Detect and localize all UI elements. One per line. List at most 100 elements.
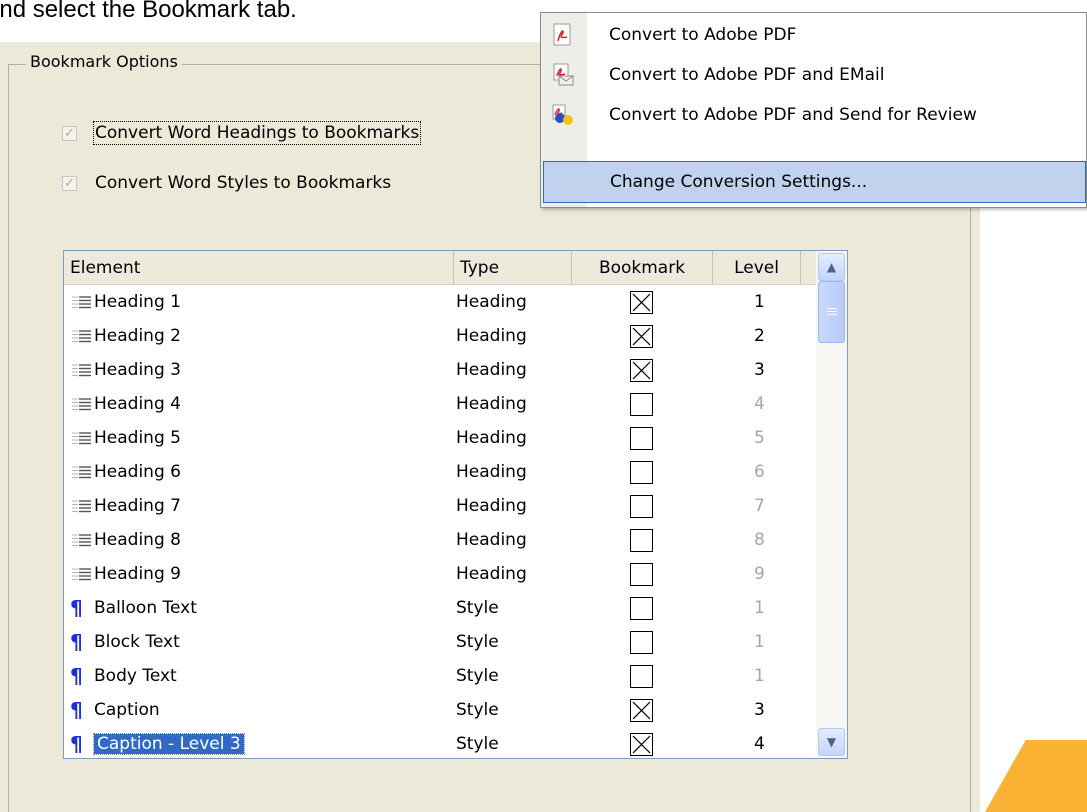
bookmark-unchecked-box[interactable]	[630, 528, 653, 552]
group-label: Bookmark Options	[26, 52, 182, 71]
bookmark-cell	[630, 319, 653, 353]
bookmark-unchecked-box[interactable]	[630, 426, 653, 450]
bookmark-cell	[630, 455, 653, 489]
bookmark-cell	[630, 693, 653, 727]
bookmark-cell	[630, 727, 653, 758]
element-cell: ¶ Caption - Level 3	[70, 727, 245, 758]
table-row[interactable]: Heading 3 Heading 3	[64, 353, 816, 387]
heading-style-icon	[70, 362, 94, 378]
convert-headings-checkbox[interactable]: ✓ Convert Word Headings to Bookmarks	[62, 121, 422, 145]
table-row[interactable]: Heading 6 Heading 6	[64, 455, 816, 489]
table-row[interactable]: Heading 8 Heading 8	[64, 523, 816, 557]
level-cell: 1	[754, 666, 765, 686]
bookmark-unchecked-box[interactable]	[630, 460, 653, 484]
level-cell: 7	[754, 496, 765, 516]
element-name: Heading 6	[94, 462, 181, 482]
table-row[interactable]: ¶ Block Text Style 1	[64, 625, 816, 659]
bookmark-checked-box[interactable]	[630, 358, 653, 382]
context-menu: Convert to Adobe PDF Convert to Adobe PD…	[540, 12, 1087, 208]
heading-style-icon	[70, 294, 94, 310]
level-cell: 9	[754, 564, 765, 584]
heading-style-icon	[70, 396, 94, 412]
heading-style-icon	[70, 498, 94, 514]
bookmark-cell	[630, 387, 653, 421]
column-header-bookmark[interactable]: Bookmark	[572, 251, 713, 285]
bookmark-checked-box[interactable]	[630, 698, 653, 722]
table-row[interactable]: ¶ Caption Style 3	[64, 693, 816, 727]
column-header-element[interactable]: Element	[64, 251, 454, 285]
table-row[interactable]: ¶ Body Text Style 1	[64, 659, 816, 693]
bookmark-cell	[630, 625, 653, 659]
pdf-icon	[553, 23, 571, 46]
chevron-up-icon: ▲	[826, 260, 837, 274]
pdf-review-icon	[552, 104, 573, 125]
menu-item-change-settings[interactable]: Change Conversion Settings...	[543, 161, 1086, 203]
element-name: Heading 8	[94, 530, 181, 550]
level-cell: 4	[754, 734, 765, 754]
bookmark-unchecked-box[interactable]	[630, 494, 653, 518]
menu-item-convert-pdf-email[interactable]: Convert to Adobe PDF and EMail	[541, 55, 1086, 95]
table-row[interactable]: Heading 5 Heading 5	[64, 421, 816, 455]
heading-style-icon	[70, 328, 94, 344]
table-row[interactable]: ¶ Caption - Level 3 Style 4	[64, 727, 816, 758]
bookmark-unchecked-box[interactable]	[630, 392, 653, 416]
type-cell: Heading	[456, 462, 527, 482]
checkbox-label: Convert Word Styles to Bookmarks	[95, 173, 392, 193]
level-cell: 3	[754, 360, 765, 380]
level-cell: 6	[754, 462, 765, 482]
bookmark-checked-box[interactable]	[630, 324, 653, 348]
bookmark-unchecked-box[interactable]	[630, 596, 653, 620]
level-cell: 2	[754, 326, 765, 346]
heading-style-icon	[70, 464, 94, 480]
table-row[interactable]: Heading 1 Heading 1	[64, 285, 816, 319]
menu-item-convert-pdf-review[interactable]: Convert to Adobe PDF and Send for Review	[541, 95, 1086, 135]
table-row[interactable]: Heading 4 Heading 4	[64, 387, 816, 421]
level-cell: 1	[754, 292, 765, 312]
type-cell: Style	[456, 666, 499, 686]
bookmark-unchecked-box[interactable]	[630, 630, 653, 654]
element-name: Heading 2	[94, 326, 181, 346]
scroll-down-button[interactable]: ▼	[818, 728, 845, 756]
heading-style-icon	[70, 532, 94, 548]
table-row[interactable]: Heading 2 Heading 2	[64, 319, 816, 353]
convert-styles-checkbox[interactable]: ✓ Convert Word Styles to Bookmarks	[62, 171, 391, 195]
column-header-type[interactable]: Type	[454, 251, 572, 285]
paragraph-mark-icon: ¶	[70, 630, 83, 654]
menu-item-label: Convert to Adobe PDF and EMail	[609, 65, 885, 85]
element-cell: Heading 2	[70, 319, 181, 353]
instruction-text: and select the Bookmark tab.	[0, 0, 297, 23]
bookmark-cell	[630, 489, 653, 523]
table-row[interactable]: Heading 9 Heading 9	[64, 557, 816, 591]
type-cell: Heading	[456, 428, 527, 448]
element-name: Heading 7	[94, 496, 181, 516]
table-row[interactable]: ¶ Balloon Text Style 1	[64, 591, 816, 625]
type-cell: Heading	[456, 360, 527, 380]
column-header-level[interactable]: Level	[713, 251, 801, 285]
scrollbar-thumb[interactable]	[818, 281, 845, 343]
bookmark-checked-box[interactable]	[630, 290, 653, 314]
elements-list-view[interactable]: Element Type Bookmark Level Heading 1 Hea…	[63, 250, 848, 759]
list-rows: Heading 1 Heading 1 Heading 2 Heading 2 Headin…	[64, 285, 816, 758]
paragraph-mark-icon: ¶	[70, 698, 83, 722]
menu-item-convert-pdf[interactable]: Convert to Adobe PDF	[541, 15, 1086, 55]
level-cell: 1	[754, 632, 765, 652]
table-row[interactable]: Heading 7 Heading 7	[64, 489, 816, 523]
type-cell: Style	[456, 734, 499, 754]
type-cell: Style	[456, 598, 499, 618]
element-name: Heading 4	[94, 394, 181, 414]
bookmark-unchecked-box[interactable]	[630, 562, 653, 586]
checkbox-label: Convert Word Headings to Bookmarks	[92, 121, 422, 145]
element-name: Balloon Text	[94, 598, 197, 618]
element-cell: ¶ Block Text	[70, 625, 180, 659]
background-area	[980, 190, 1087, 812]
element-cell: Heading 5	[70, 421, 181, 455]
element-name: Heading 3	[94, 360, 181, 380]
bookmark-checked-box[interactable]	[630, 732, 653, 756]
bookmark-unchecked-box[interactable]	[630, 664, 653, 688]
type-cell: Heading	[456, 292, 527, 312]
element-name: Block Text	[94, 632, 180, 652]
scroll-up-button[interactable]: ▲	[818, 253, 845, 281]
level-cell: 5	[754, 428, 765, 448]
element-cell: Heading 4	[70, 387, 181, 421]
vertical-scrollbar[interactable]: ▲ ▼	[816, 251, 847, 758]
